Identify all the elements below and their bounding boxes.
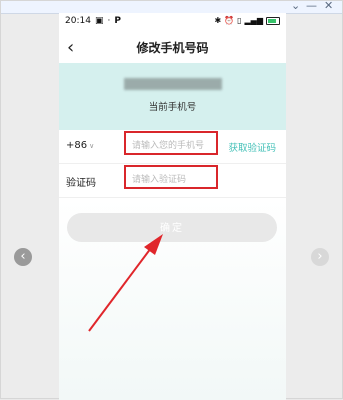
annotation-arrowhead: [144, 234, 163, 255]
app-window: ⌄ — ✕ ‹ › 20:14 ▣ · P ✱ ⏰ ▯ ▂▄▆ ‹ 修改手机号码: [0, 0, 343, 400]
annotation-overlay: [88, 234, 163, 332]
annotation-arrow-line: [88, 247, 152, 332]
